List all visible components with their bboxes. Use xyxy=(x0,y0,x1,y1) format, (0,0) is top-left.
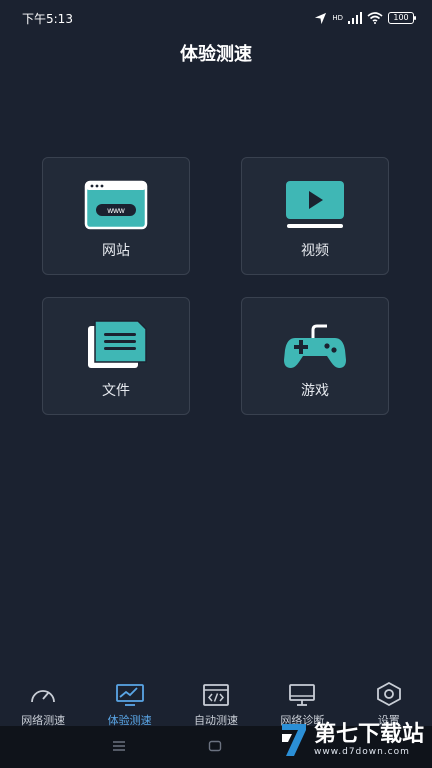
status-icons: HD 100 xyxy=(314,12,416,25)
tab-network-speed[interactable]: 网络测速 xyxy=(0,674,86,728)
website-card-label: 网站 xyxy=(102,243,130,259)
code-icon xyxy=(202,680,230,706)
tab-auto-speed[interactable]: 自动测速 xyxy=(173,674,259,728)
video-card[interactable]: 视频 xyxy=(241,157,389,275)
game-card[interactable]: 游戏 xyxy=(241,297,389,415)
status-bar: 下午5:13 HD 100 xyxy=(0,0,432,36)
watermark-logo-icon xyxy=(281,724,306,756)
battery-indicator: 100 xyxy=(388,12,416,24)
watermark-text: 第七下载站 www.d7down.com xyxy=(313,722,424,758)
video-card-label: 视频 xyxy=(301,243,329,259)
tab-experience-speed[interactable]: 体验测速 xyxy=(87,674,173,728)
monitor-icon xyxy=(288,680,316,706)
video-icon xyxy=(283,178,347,232)
gamepad-icon xyxy=(283,318,347,372)
svg-text:www: www xyxy=(106,206,125,215)
file-icon xyxy=(84,318,148,372)
chart-icon xyxy=(115,680,145,706)
location-icon xyxy=(315,12,327,24)
website-card[interactable]: www 网站 xyxy=(42,157,190,275)
watermark-title: 第七下载站 xyxy=(313,722,424,747)
status-time: 下午5:13 xyxy=(22,11,73,26)
watermark-url: www.d7down.com xyxy=(313,747,410,757)
file-card[interactable]: 文件 xyxy=(42,297,190,415)
tab-network-diagnosis[interactable]: 网络诊断 xyxy=(259,674,345,728)
page-title: 体验测速 xyxy=(180,44,252,65)
game-card-label: 游戏 xyxy=(301,383,329,399)
network-type: HD xyxy=(332,14,343,22)
menu-icon[interactable] xyxy=(112,740,126,752)
website-icon: www xyxy=(84,178,148,232)
settings-icon xyxy=(376,680,402,706)
tab-settings[interactable]: 设置 xyxy=(346,674,432,728)
speedometer-icon xyxy=(29,680,57,706)
signal-icon xyxy=(348,12,362,24)
wifi-icon xyxy=(367,12,383,24)
bottom-tab-bar: 网络测速 体验测速 自动测速 网络诊断 设置 xyxy=(0,674,432,728)
home-icon[interactable] xyxy=(208,740,222,752)
watermark: 第七下载站 www.d7down.com xyxy=(280,722,424,758)
file-card-label: 文件 xyxy=(102,383,130,399)
